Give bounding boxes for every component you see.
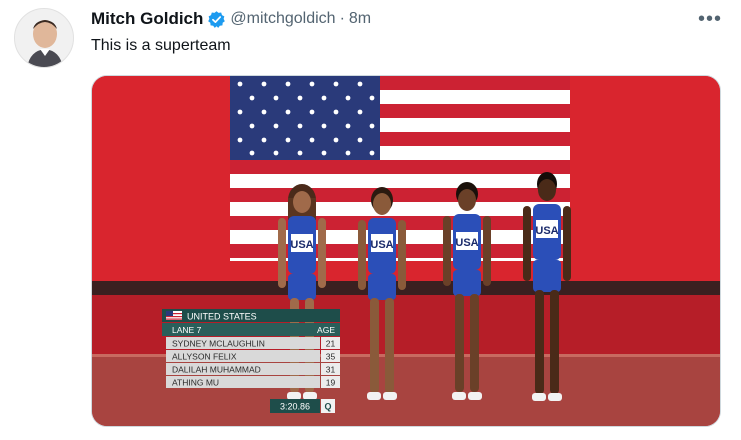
athlete-age: 35 — [326, 352, 336, 362]
overlay-age-header: AGE — [317, 325, 335, 335]
athlete-age: 31 — [326, 365, 336, 375]
bib-label: USA — [455, 237, 478, 249]
verified-badge-icon — [208, 10, 226, 28]
overlay-qualifier: Q — [324, 402, 331, 412]
athlete-age: 19 — [326, 378, 336, 388]
avatar-image — [15, 9, 73, 67]
athlete-name: SYDNEY MCLAUGHLIN — [172, 339, 265, 349]
overlay-lane: LANE 7 — [172, 325, 202, 335]
relay-team-photo: USA USA USA USA UNITED STATES LANE 7 AGE… — [92, 76, 720, 426]
more-options-icon[interactable]: ••• — [696, 8, 724, 30]
bib-label: USA — [370, 239, 393, 251]
athlete-name: ATHING MU — [172, 378, 219, 388]
tweet-timestamp[interactable]: 8m — [349, 10, 371, 28]
tweet-text: This is a superteam — [91, 37, 231, 54]
overlay-country: UNITED STATES — [187, 312, 257, 322]
overlay-time: 3:20.86 — [280, 402, 310, 412]
tweet-header: Mitch Goldich @mitchgoldich · 8m — [91, 9, 371, 29]
author-handle[interactable]: @mitchgoldich — [230, 10, 335, 28]
bib-label: USA — [290, 239, 313, 251]
tweet-media[interactable]: USA USA USA USA UNITED STATES LANE 7 AGE… — [91, 75, 721, 427]
separator-dot: · — [339, 10, 345, 27]
athlete-name: ALLYSON FELIX — [172, 352, 237, 362]
avatar[interactable] — [14, 8, 74, 68]
bib-label: USA — [535, 225, 558, 237]
athlete-name: DALILAH MUHAMMAD — [172, 365, 261, 375]
athlete-age: 21 — [326, 339, 336, 349]
author-name[interactable]: Mitch Goldich — [91, 9, 203, 29]
